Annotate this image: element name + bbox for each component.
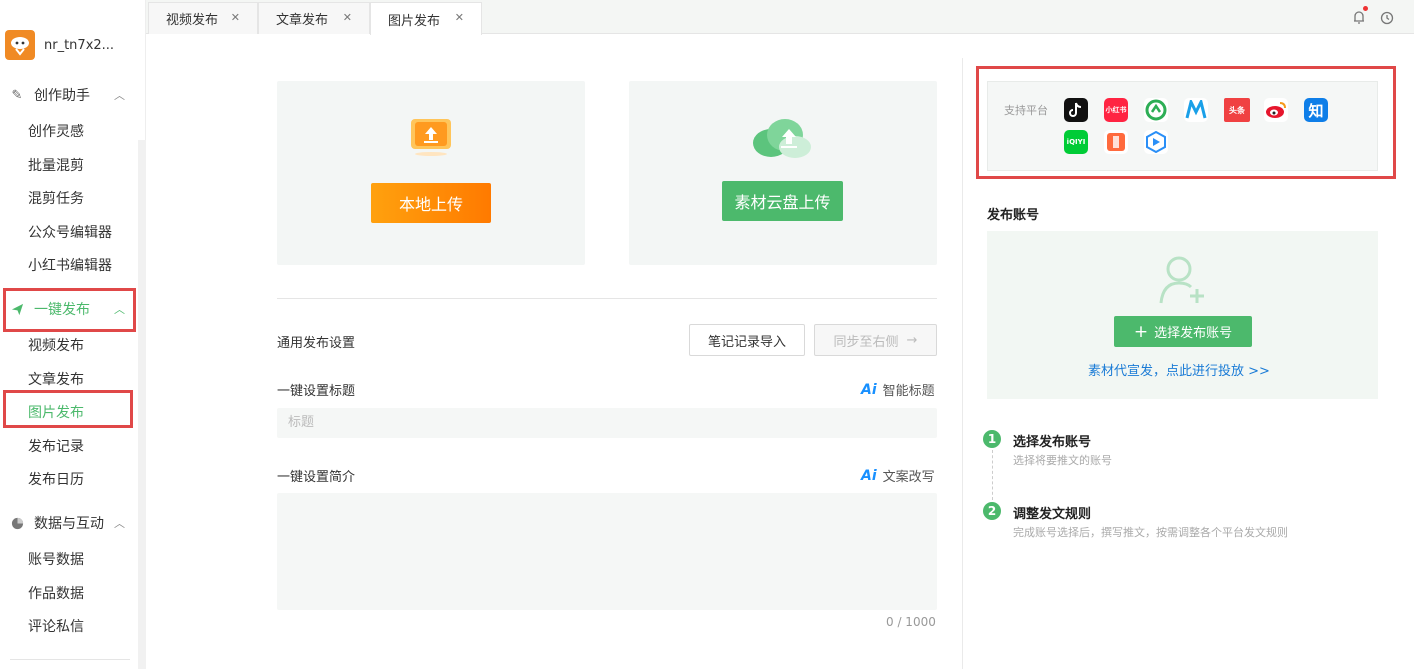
upload-icon (410, 117, 454, 161)
avatar[interactable] (5, 30, 35, 60)
tab-article-publish[interactable]: 文章发布 ✕ (258, 2, 370, 34)
iqiyi-icon: iQIYI (1064, 130, 1088, 154)
username[interactable]: nr_tn7x2... (44, 38, 114, 53)
chevron-up-icon: ︿ (114, 303, 125, 316)
sidebar-item-video-publish[interactable]: 视频发布 (28, 335, 84, 355)
sync-right-button[interactable]: 同步至右侧 → (814, 324, 937, 356)
tab-image-publish[interactable]: 图片发布 ✕ (370, 2, 482, 35)
tab-label: 视频发布 (166, 13, 219, 28)
weibo-icon (1264, 98, 1288, 122)
char-counter: 0 / 1000 (886, 615, 936, 629)
notification-dot (1363, 6, 1368, 11)
clock-icon[interactable] (1380, 11, 1394, 29)
ai-rewrite-button[interactable]: Ai 文案改写 (861, 466, 935, 486)
sidebar-item-publish-records[interactable]: 发布记录 (28, 436, 84, 456)
step-2-desc: 完成账号选择后，撰写推文，按需调整各个平台发文规则 (1013, 526, 1288, 539)
xiaohongshu-icon: 小红书 (1104, 98, 1128, 122)
arrow-right-icon: → (906, 332, 918, 348)
account-empty-panel: + 选择发布账号 素材代宣发，点此进行投放 >> (987, 231, 1378, 399)
douyin-icon (1064, 98, 1088, 122)
pen-icon: ✎ (11, 87, 23, 103)
settings-title: 通用发布设置 (277, 336, 356, 351)
sidebar-group-data[interactable]: 数据与互动 ︿ (10, 511, 135, 535)
shipinhao-icon (1144, 98, 1168, 122)
sidebar-item-xhs-editor[interactable]: 小红书编辑器 (28, 255, 112, 275)
step-connector (992, 450, 993, 500)
tab-label: 文章发布 (276, 13, 329, 28)
bell-icon[interactable] (1352, 6, 1368, 29)
tab-video-publish[interactable]: 视频发布 ✕ (148, 2, 258, 34)
sidebar-item-image-publish[interactable]: 图片发布 (28, 402, 84, 422)
pie-chart-icon (10, 516, 24, 530)
sidebar-group-label: 创作助手 (34, 88, 90, 104)
supported-platforms: 支持平台 小红书 头条 知 iQIYI (987, 81, 1378, 171)
tencent-video-icon (1144, 130, 1168, 154)
cloud-upload-button[interactable]: 素材云盘上传 (722, 181, 843, 221)
select-account-button[interactable]: + 选择发布账号 (1114, 316, 1252, 347)
title-placeholder: 标题 (288, 415, 315, 430)
avatar-cloud-icon (11, 37, 29, 56)
sidebar-item-article-publish[interactable]: 文章发布 (28, 369, 84, 389)
sidebar-group-creation[interactable]: ✎ 创作助手 ︿ (10, 83, 135, 107)
zhihu-icon: 知 (1304, 98, 1328, 122)
ai-icon: Ai (861, 381, 877, 398)
ai-rewrite-label: 文案改写 (882, 470, 935, 485)
sidebar-item-batch-mix[interactable]: 批量混剪 (28, 155, 84, 175)
close-icon[interactable]: ✕ (455, 11, 464, 24)
divider (10, 659, 130, 660)
tab-label: 图片发布 (388, 13, 441, 29)
step-1-badge: 1 (983, 430, 1001, 448)
sidebar-item-wechat-editor[interactable]: 公众号编辑器 (28, 222, 112, 242)
ai-title-button[interactable]: Ai 智能标题 (861, 380, 935, 400)
sidebar-item-mix-tasks[interactable]: 混剪任务 (28, 188, 84, 208)
divider (277, 298, 937, 299)
ai-title-label: 智能标题 (882, 384, 935, 399)
step-1-title: 选择发布账号 (1013, 435, 1092, 450)
local-upload-button[interactable]: 本地上传 (371, 183, 491, 223)
sidebar-item-account-data[interactable]: 账号数据 (28, 549, 84, 569)
step-2-title: 调整发文规则 (1013, 507, 1092, 522)
ai-icon: Ai (861, 467, 877, 484)
desc-textarea[interactable] (277, 493, 937, 610)
toutiao-icon: 头条 (1224, 98, 1250, 122)
import-notes-button[interactable]: 笔记记录导入 (689, 324, 805, 356)
cloud-upload-card[interactable]: 素材云盘上传 (629, 81, 937, 265)
add-user-icon (1159, 253, 1207, 309)
sidebar-scrollbar[interactable] (138, 140, 146, 669)
close-icon[interactable]: ✕ (343, 11, 352, 24)
promo-link[interactable]: 素材代宣发，点此进行投放 >> (1088, 360, 1270, 379)
step-2-badge: 2 (983, 502, 1001, 520)
sidebar-group-publish[interactable]: 一键发布 ︿ (10, 297, 135, 321)
close-icon[interactable]: ✕ (231, 11, 240, 24)
tab-bar: 视频发布 ✕ 文章发布 ✕ 图片发布 ✕ (146, 0, 1414, 35)
chevron-up-icon: ︿ (114, 517, 125, 530)
plus-icon: + (1133, 321, 1149, 342)
sidebar-group-label: 一键发布 (34, 302, 90, 318)
platform-label: 支持平台 (1004, 104, 1048, 117)
send-icon (10, 302, 24, 316)
panel-divider (962, 58, 963, 669)
account-section-title: 发布账号 (987, 208, 1040, 223)
title-setting-label: 一键设置标题 (277, 384, 356, 399)
title-input[interactable]: 标题 (277, 408, 937, 438)
select-account-label: 选择发布账号 (1154, 326, 1233, 341)
chevron-up-icon: ︿ (114, 89, 125, 102)
sidebar-item-publish-calendar[interactable]: 发布日历 (28, 469, 84, 489)
step-1-desc: 选择将要推文的账号 (1013, 454, 1112, 467)
sidebar-item-comments[interactable]: 评论私信 (28, 616, 84, 636)
cloud-upload-icon (751, 117, 815, 165)
local-upload-card[interactable]: 本地上传 (277, 81, 585, 265)
kuaishou-icon (1104, 130, 1128, 154)
sidebar-item-works-data[interactable]: 作品数据 (28, 583, 84, 603)
bilibili-icon (1184, 98, 1208, 122)
sidebar: nr_tn7x2... ✎ 创作助手 ︿ 创作灵感 批量混剪 混剪任务 公众号编… (0, 0, 146, 669)
desc-setting-label: 一键设置简介 (277, 470, 356, 485)
sidebar-group-label: 数据与互动 (34, 516, 104, 532)
sidebar-item-inspiration[interactable]: 创作灵感 (28, 121, 84, 141)
sync-right-label: 同步至右侧 (833, 334, 899, 350)
